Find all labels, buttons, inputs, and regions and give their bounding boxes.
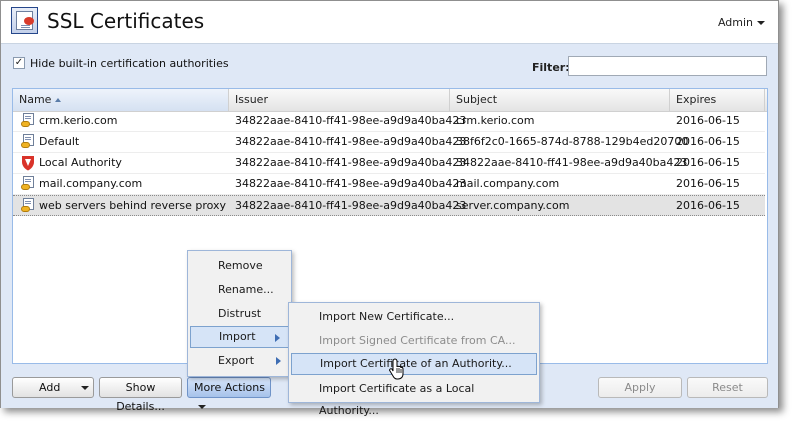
ssl-certificates-icon bbox=[11, 7, 38, 34]
cell-name: mail.company.com bbox=[39, 177, 143, 190]
cell-expires: 2016-06-15 bbox=[676, 114, 740, 127]
column-header-label: Expires bbox=[676, 93, 717, 106]
menu-item-remove[interactable]: Remove bbox=[190, 255, 289, 277]
apply-button[interactable]: Apply bbox=[598, 377, 682, 398]
hide-builtin-label[interactable]: Hide built-in certification authorities bbox=[30, 57, 229, 70]
column-header-issuer[interactable]: Issuer bbox=[229, 89, 450, 111]
filter-label: Filter: bbox=[532, 61, 570, 74]
table-row[interactable]: mail.company.com 34822aae-8410-ff41-98ee… bbox=[13, 174, 765, 195]
chevron-right-icon bbox=[276, 357, 281, 365]
page-title: SSL Certificates bbox=[47, 9, 205, 33]
more-actions-button[interactable]: More Actions bbox=[187, 377, 271, 409]
cell-subject: 34822aae-8410-ff41-98ee-a9d9a40ba423 bbox=[456, 156, 688, 169]
certificate-icon bbox=[21, 134, 35, 149]
menu-item-export[interactable]: Export bbox=[190, 350, 289, 372]
menu-item-import-local-authority[interactable]: Import Certificate as a Local Authority.… bbox=[291, 378, 537, 417]
cell-subject: server.company.com bbox=[456, 199, 570, 212]
add-button[interactable]: Add bbox=[12, 377, 94, 398]
cell-expires: 2016-06-15 bbox=[676, 199, 740, 212]
cell-issuer: 34822aae-8410-ff41-98ee-a9d9a40ba423 bbox=[235, 114, 467, 127]
chevron-down-icon bbox=[198, 405, 206, 409]
certificate-icon bbox=[21, 176, 35, 191]
cell-name: web servers behind reverse proxy bbox=[39, 199, 227, 212]
menu-item-import-label: Import bbox=[219, 330, 256, 343]
more-actions-label: More Actions bbox=[194, 381, 265, 394]
column-header-label: Name bbox=[19, 93, 52, 106]
chevron-down-icon bbox=[757, 21, 765, 25]
chevron-down-icon[interactable] bbox=[77, 378, 93, 397]
cell-issuer: 34822aae-8410-ff41-98ee-a9d9a40ba423 bbox=[235, 199, 467, 212]
column-header-subject[interactable]: Subject bbox=[450, 89, 670, 111]
cell-subject: crm.kerio.com bbox=[456, 114, 535, 127]
cell-issuer: 34822aae-8410-ff41-98ee-a9d9a40ba423 bbox=[235, 156, 467, 169]
sort-ascending-icon bbox=[55, 98, 62, 102]
column-header-label: Subject bbox=[456, 93, 498, 106]
shield-icon bbox=[22, 156, 34, 171]
import-submenu: Import New Certificate... Import Signed … bbox=[288, 302, 540, 417]
menu-item-distrust[interactable]: Distrust bbox=[190, 303, 289, 325]
hide-builtin-checkbox[interactable]: ✓ bbox=[13, 57, 25, 69]
more-actions-menu: Remove Rename... Distrust Import Export bbox=[187, 250, 292, 377]
menu-item-import-authority-certificate[interactable]: Import Certificate of an Authority... bbox=[291, 353, 537, 375]
admin-user-menu[interactable]: Admin bbox=[718, 16, 765, 29]
menu-item-export-label: Export bbox=[218, 354, 255, 367]
menu-item-import[interactable]: Import bbox=[190, 326, 289, 348]
table-row[interactable]: crm.kerio.com 34822aae-8410-ff41-98ee-a9… bbox=[13, 111, 765, 132]
column-header-expires[interactable]: Expires bbox=[670, 89, 765, 111]
menu-item-rename[interactable]: Rename... bbox=[190, 279, 289, 301]
table-row-selected[interactable]: web servers behind reverse proxy 34822aa… bbox=[13, 195, 765, 216]
cell-name: crm.kerio.com bbox=[39, 114, 118, 127]
column-header-name[interactable]: Name bbox=[13, 89, 229, 111]
cell-subject: 38f6f2c0-1665-874d-8788-129b4ed20700 bbox=[456, 135, 689, 148]
cell-expires: 2016-06-15 bbox=[676, 135, 740, 148]
certificate-icon bbox=[21, 113, 35, 128]
add-button-label: Add bbox=[39, 381, 61, 394]
reset-button[interactable]: Reset bbox=[687, 377, 768, 398]
cell-issuer: 34822aae-8410-ff41-98ee-a9d9a40ba423 bbox=[235, 177, 467, 190]
chevron-right-icon bbox=[275, 334, 280, 342]
table-row[interactable]: Default 34822aae-8410-ff41-98ee-a9d9a40b… bbox=[13, 132, 765, 153]
menu-item-import-signed-certificate: Import Signed Certificate from CA... bbox=[319, 334, 516, 347]
show-details-button[interactable]: Show Details... bbox=[99, 377, 182, 413]
admin-label: Admin bbox=[717, 16, 753, 29]
cell-expires: 2016-06-15 bbox=[676, 177, 740, 190]
cell-issuer: 34822aae-8410-ff41-98ee-a9d9a40ba423 bbox=[235, 135, 467, 148]
menu-item-import-new-certificate[interactable]: Import New Certificate... bbox=[291, 306, 537, 328]
cell-expires: 2016-06-15 bbox=[676, 156, 740, 169]
cell-subject: mail.company.com bbox=[456, 177, 560, 190]
column-header-label: Issuer bbox=[235, 93, 268, 106]
certificate-icon bbox=[21, 198, 35, 213]
cell-name: Local Authority bbox=[39, 156, 122, 169]
hand-cursor-icon bbox=[389, 358, 404, 380]
grid-header: Name Issuer Subject Expires bbox=[13, 89, 767, 112]
page-header: SSL Certificates Admin bbox=[1, 1, 778, 44]
cell-name: Default bbox=[39, 135, 80, 148]
filter-input[interactable] bbox=[568, 56, 767, 76]
table-row[interactable]: Local Authority 34822aae-8410-ff41-98ee-… bbox=[13, 153, 765, 174]
